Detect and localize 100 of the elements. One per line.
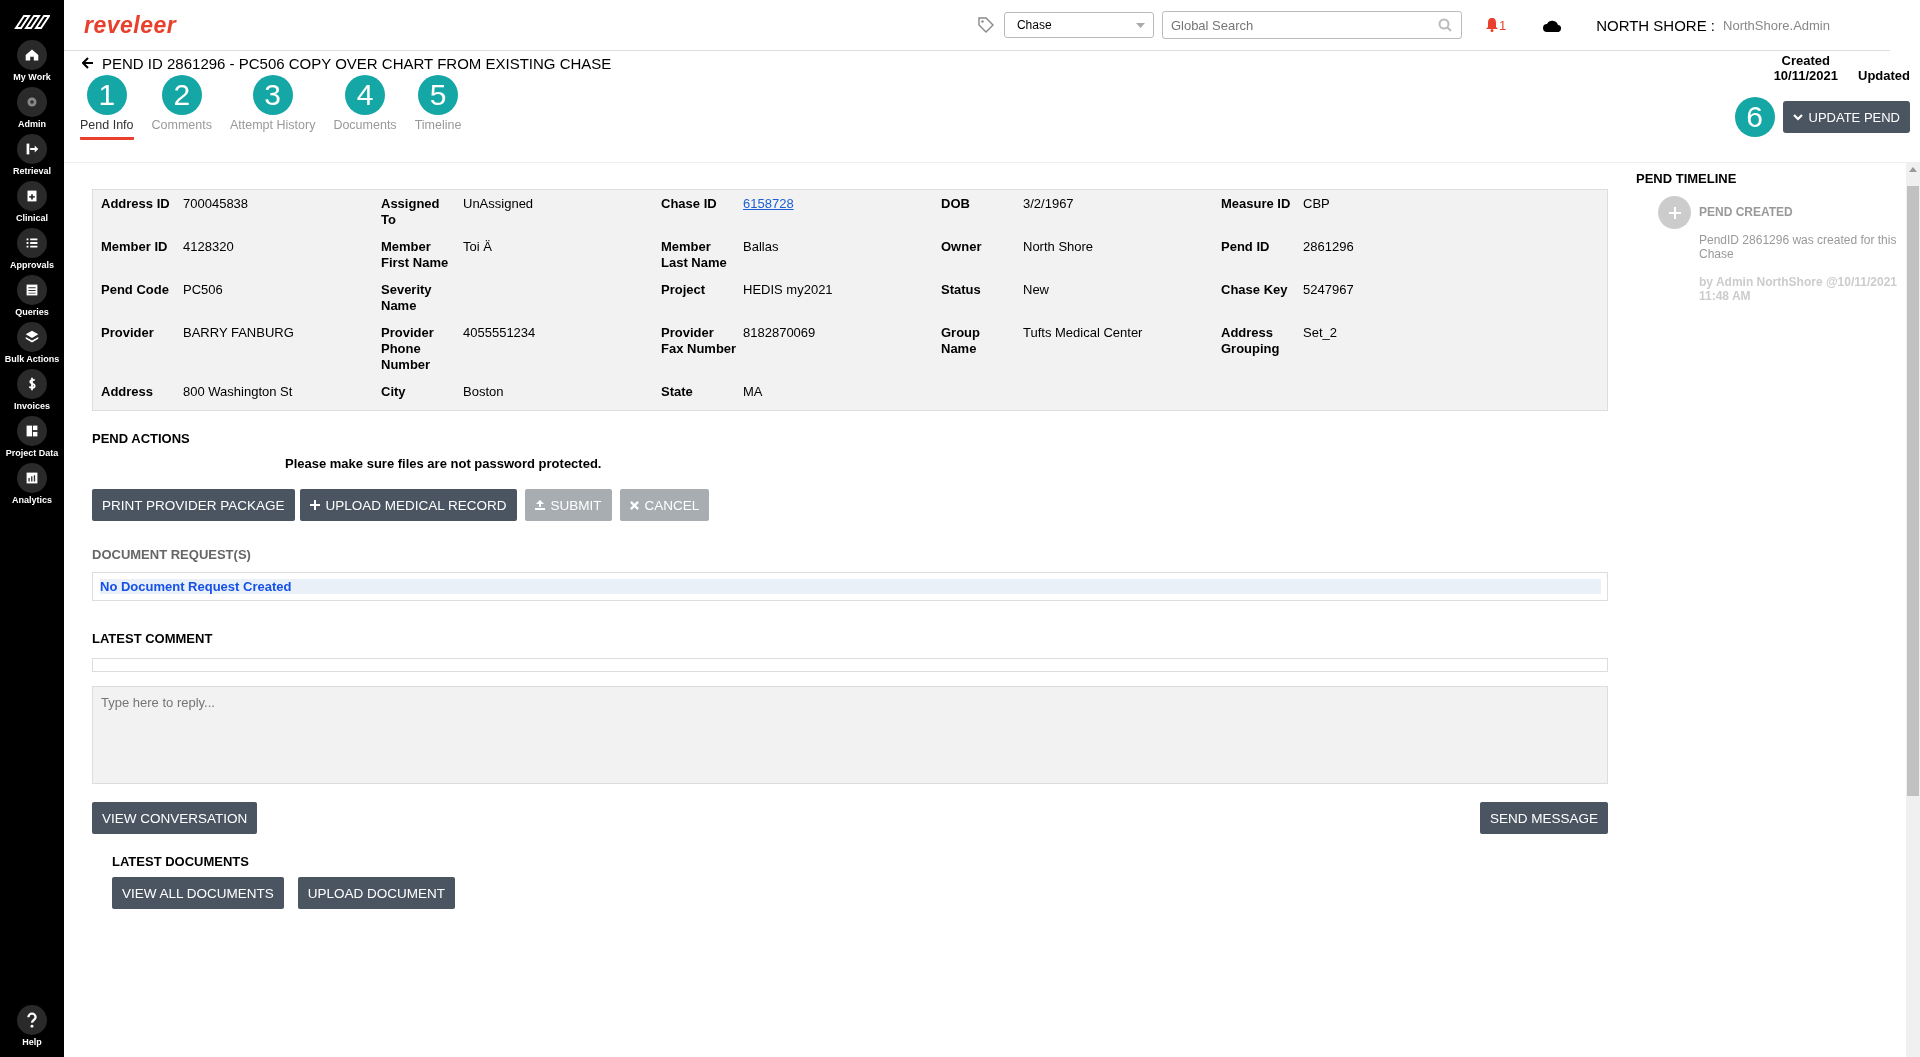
sidebar-item[interactable]: Bulk Actions	[0, 322, 64, 364]
send-message-button[interactable]: SEND MESSAGE	[1479, 802, 1608, 834]
field-label: Address Grouping	[1221, 325, 1281, 358]
sidebar-item[interactable]: Invoices	[0, 369, 64, 411]
callout-number: 4	[345, 75, 385, 115]
callout-number: 3	[252, 75, 293, 115]
field-label: Provider	[101, 325, 155, 342]
chevron-icon	[1792, 113, 1803, 121]
help-item[interactable]: Help	[0, 1005, 64, 1047]
field-value: HEDIS my2021	[743, 282, 834, 299]
field-label: Provider Fax Number	[661, 325, 738, 358]
sidebar-item[interactable]: Clinical	[0, 181, 64, 223]
document-request-link[interactable]: No Document Request Created	[100, 579, 1601, 594]
field-label: Provider Phone Number	[381, 325, 435, 373]
callout-number: 6	[1734, 97, 1775, 137]
field-label: DOB	[941, 196, 971, 213]
action-button[interactable]: PRINT PROVIDER PACKAGE	[92, 489, 295, 521]
field-value: CBP	[1303, 196, 1331, 213]
notice-text: Please make sure files are not password protected.	[285, 456, 603, 471]
field-value: Set_2	[1303, 325, 1338, 342]
field-label: Chase Key	[1221, 282, 1289, 299]
callout-number: 2	[161, 75, 202, 115]
field-value: 2861296	[1303, 239, 1355, 256]
notification-button[interactable]: 1	[1485, 17, 1507, 33]
field-label: Pend ID	[1221, 239, 1271, 256]
sidebar-item[interactable]: My Work	[0, 40, 64, 82]
created-date: 10/11/2021	[1773, 68, 1838, 83]
field-value: MA	[743, 384, 764, 400]
field-label: Chase ID	[661, 196, 718, 213]
sidebar-item[interactable]: Retrieval	[0, 134, 64, 176]
created-label: Created	[1780, 53, 1832, 68]
field-value: Tufts Medical Center	[1023, 325, 1144, 342]
tag-icon	[977, 17, 994, 33]
field-value: Boston	[463, 384, 505, 400]
plus-icon	[1658, 196, 1691, 229]
field-value: 4128320	[183, 239, 235, 256]
section-title: LATEST COMMENT	[92, 631, 214, 646]
event-text: PendID 2861296 was created for this Chase	[1699, 233, 1898, 261]
field-value: New	[1023, 282, 1050, 299]
search-icon	[1437, 18, 1452, 32]
section-title: PEND ACTIONS	[92, 431, 191, 446]
field-value: North Shore	[1023, 239, 1095, 256]
field-value: 3/2/1967	[1023, 196, 1075, 213]
reply-field[interactable]: Type here to reply...	[92, 686, 1608, 784]
field-label: Owner	[941, 239, 983, 256]
page-title: PEND ID 2861296 - PC506 COPY OVER CHART FROM EXISTING CHASE	[102, 54, 612, 72]
field-label: Member ID	[101, 239, 169, 256]
update-pend-button[interactable]: UPDATE PEND	[1782, 101, 1910, 133]
field-value: UnAssigned	[463, 196, 535, 213]
close-icon	[629, 500, 639, 510]
scrollbar[interactable]	[1906, 163, 1920, 1057]
organization-name: NORTH SHORE :	[1596, 16, 1716, 34]
field-label: Address ID	[101, 196, 171, 213]
action-button[interactable]: UPLOAD MEDICAL RECORD	[299, 489, 517, 521]
section-title: LATEST DOCUMENTS	[112, 854, 250, 869]
chase-id-link[interactable]: 6158728	[743, 196, 794, 211]
callout-number: 1	[86, 75, 127, 115]
type-select[interactable]: Chase	[1003, 12, 1154, 38]
sidebar-item[interactable]: Queries	[0, 275, 64, 317]
document-button[interactable]: UPLOAD DOCUMENT	[297, 877, 456, 909]
bell-icon	[1485, 18, 1498, 32]
search-field[interactable]: Global Search	[1161, 11, 1462, 39]
back-arrow-icon[interactable]	[82, 57, 94, 69]
updated-label: Updated	[1858, 68, 1910, 83]
field-value: 800 Washington St	[183, 384, 294, 400]
sidebar-item[interactable]: Analytics	[0, 463, 64, 505]
tab[interactable]: Pend Info	[80, 118, 134, 140]
cloud-icon[interactable]	[1542, 18, 1563, 32]
plus-icon	[309, 500, 320, 510]
field-value: 8182870069	[743, 325, 817, 342]
sidebar-item[interactable]: Approvals	[0, 228, 64, 270]
field-label: Member First Name	[381, 239, 450, 271]
field-label: Member Last Name	[661, 239, 728, 271]
sidebar-item[interactable]: Admin	[0, 87, 64, 129]
callout-number: 5	[418, 75, 458, 115]
field-value: 700045838	[183, 196, 250, 213]
view-conversation-button[interactable]: VIEW CONVERSATION	[92, 802, 258, 834]
sidebar-item[interactable]: Project Data	[0, 416, 64, 458]
field-label: Severity Name	[381, 282, 433, 314]
field-label: Measure ID	[1221, 196, 1292, 213]
section-title: DOCUMENT REQUEST(S)	[92, 547, 252, 562]
field-label: State	[661, 384, 694, 400]
field-value: BARRY FANBURG	[183, 325, 295, 342]
field-value: Ballas	[743, 239, 780, 256]
field-label: Address	[101, 384, 155, 400]
field-label: Assigned To	[381, 196, 441, 228]
document-button[interactable]: VIEW ALL DOCUMENTS	[112, 877, 284, 909]
field-label: Group Name	[941, 325, 981, 358]
brand-logo: reveleer	[84, 11, 177, 39]
field-label: Pend Code	[101, 282, 170, 299]
field-label: Status	[941, 282, 982, 299]
user-name[interactable]: NorthShore.Admin	[1723, 17, 1830, 33]
field-value: Toi Ä	[463, 239, 493, 256]
field-label: City	[381, 384, 407, 400]
logo-icon[interactable]	[14, 14, 50, 30]
timeline-title: PEND TIMELINE	[1636, 171, 1738, 186]
field-value: 5247967	[1303, 282, 1355, 299]
caret-icon	[1135, 22, 1145, 28]
event-title: PEND CREATED	[1699, 205, 1794, 219]
field-value: 4055551234	[463, 325, 537, 342]
